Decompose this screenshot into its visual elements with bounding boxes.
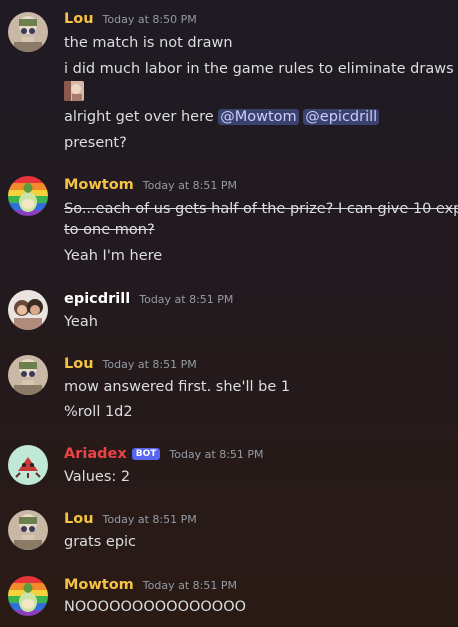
timestamp: Today at 8:51 PM	[102, 358, 197, 371]
author-name[interactable]: Lou	[64, 11, 94, 27]
avatar[interactable]	[8, 445, 48, 485]
message-text: Yeah	[64, 314, 98, 330]
avatar[interactable]	[8, 176, 48, 216]
timestamp: Today at 8:51 PM	[102, 513, 197, 526]
message-text: alright get over here @Mowtom @epicdrill	[64, 107, 380, 127]
message-text: mow answered first. she'll be 1	[64, 379, 291, 395]
timestamp: Today at 8:51 PM	[142, 179, 237, 192]
avatar[interactable]	[8, 355, 48, 395]
message-text: to one mon?	[64, 222, 155, 238]
avatar[interactable]	[8, 12, 48, 52]
timestamp: Today at 8:51 PM	[139, 293, 234, 306]
author-name[interactable]: Lou	[64, 356, 94, 372]
message-text: So...each of us gets half of the prize? …	[64, 201, 458, 217]
emote-line	[64, 81, 84, 101]
avatar[interactable]	[8, 290, 48, 330]
author-name[interactable]: Mowtom	[64, 577, 134, 593]
avatar[interactable]	[8, 576, 48, 616]
avatar[interactable]	[8, 510, 48, 550]
timestamp: Today at 8:51 PM	[169, 448, 264, 461]
message-text: %roll 1d2	[64, 404, 133, 420]
timestamp: Today at 8:51 PM	[142, 579, 237, 592]
author-name[interactable]: epicdrill	[64, 291, 130, 307]
message-text: Yeah I'm here	[64, 248, 163, 264]
message-text: i did much labor in the game rules to el…	[64, 61, 454, 77]
author-name[interactable]: Mowtom	[64, 177, 134, 193]
custom-emoji-icon[interactable]	[64, 81, 84, 101]
message-text-prefix: alright get over here	[64, 109, 214, 125]
user-mention[interactable]: @Mowtom	[218, 109, 299, 125]
timestamp: Today at 8:50 PM	[102, 13, 197, 26]
author-name[interactable]: Lou	[64, 511, 94, 527]
message-text: Values: 2	[64, 469, 131, 485]
message-text: the match is not drawn	[64, 35, 233, 51]
message-text: present?	[64, 135, 127, 151]
bot-badge: BOT	[131, 448, 161, 460]
message-text: NOOOOOOOOOOOOOOO	[64, 599, 247, 615]
author-name[interactable]: Ariadex	[64, 446, 127, 462]
user-mention[interactable]: @epicdrill	[303, 109, 380, 125]
message-text: grats epic	[64, 534, 137, 550]
